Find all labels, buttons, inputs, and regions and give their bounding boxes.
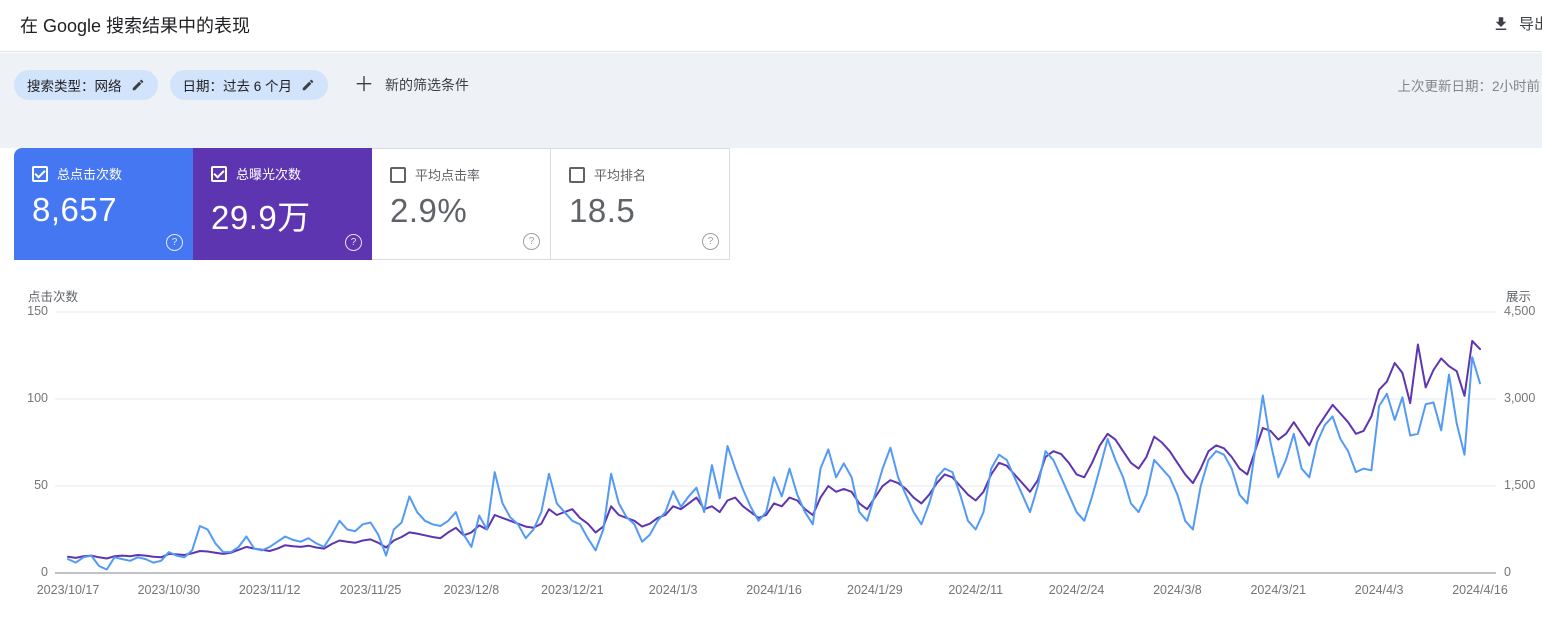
card-total-impressions[interactable]: 总曝光次数 29.9万 ? xyxy=(193,148,372,260)
series-line-曝光次数 xyxy=(67,340,1481,560)
plus-icon: ＋ xyxy=(354,74,375,96)
filter-chip-date-range-label: 日期：过去 6 个月 xyxy=(182,79,293,94)
help-icon[interactable]: ? xyxy=(166,234,183,251)
x-axis-label: 2023/10/17 xyxy=(36,583,100,597)
export-button[interactable]: 导出 xyxy=(1492,13,1542,34)
card-average-ctr[interactable]: 平均点击率 2.9% ? xyxy=(372,148,551,260)
right-axis-tick: 3,000 xyxy=(1504,391,1536,405)
checkbox-total-clicks[interactable] xyxy=(32,165,48,182)
help-icon[interactable]: ? xyxy=(523,233,540,250)
chart-svg xyxy=(55,311,1496,574)
performance-chart: 点击次数 展示 150 100 50 0 4,500 3,000 1,500 0 2023/1… xyxy=(0,280,1542,620)
x-axis-label: 2023/12/21 xyxy=(541,583,604,597)
card-average-ctr-value: 2.9% xyxy=(390,192,468,229)
filter-chip-date-range[interactable]: 日期：过去 6 个月 xyxy=(169,70,329,100)
edit-pencil-icon[interactable] xyxy=(131,78,145,92)
left-axis-tick: 150 xyxy=(27,304,48,318)
last-updated-text: 上次更新日期：2小时前 xyxy=(1397,79,1540,94)
card-average-ctr-label: 平均点击率 xyxy=(415,168,481,183)
filter-band: 搜索类型：网络 日期：过去 6 个月 ＋ 新的筛选条件 上次更新日期：2小时前 xyxy=(0,53,1542,148)
x-axis-label: 2024/4/16 xyxy=(1452,583,1508,597)
download-icon xyxy=(1492,15,1510,33)
card-total-clicks[interactable]: 总点击次数 8,657 ? xyxy=(14,148,193,260)
filter-chip-search-type-label: 搜索类型：网络 xyxy=(27,79,122,94)
right-axis-tick: 1,500 xyxy=(1504,478,1536,492)
checkbox-average-position[interactable] xyxy=(569,166,585,183)
top-bar: 在 Google 搜索结果中的表现 导出 xyxy=(0,0,1542,52)
right-axis-tick: 4,500 xyxy=(1504,304,1536,318)
add-filter-label: 新的筛选条件 xyxy=(385,77,470,93)
add-filter-button[interactable]: ＋ 新的筛选条件 xyxy=(354,75,469,95)
x-axis-label: 2023/10/30 xyxy=(137,583,201,597)
right-axis-tick: 0 xyxy=(1504,565,1511,579)
export-label: 导出 xyxy=(1519,16,1542,33)
x-axis-label: 2024/4/3 xyxy=(1354,583,1404,597)
x-axis-label: 2023/11/25 xyxy=(339,583,402,597)
x-axis-label: 2024/1/3 xyxy=(648,583,698,597)
card-total-impressions-value: 29.9万 xyxy=(211,199,311,236)
edit-pencil-icon[interactable] xyxy=(301,78,315,92)
page-title: 在 Google 搜索结果中的表现 xyxy=(20,16,251,36)
x-axis-label: 2024/2/11 xyxy=(948,583,1004,597)
card-average-position-label: 平均排名 xyxy=(594,168,647,183)
card-total-impressions-label: 总曝光次数 xyxy=(236,167,302,182)
x-axis-label: 2024/3/8 xyxy=(1153,583,1202,597)
left-axis-tick: 100 xyxy=(27,391,48,405)
filter-chip-search-type[interactable]: 搜索类型：网络 xyxy=(14,70,158,100)
card-total-clicks-label: 总点击次数 xyxy=(57,167,123,182)
filter-chips: 搜索类型：网络 日期：过去 6 个月 ＋ 新的筛选条件 xyxy=(14,70,469,100)
help-icon[interactable]: ? xyxy=(345,234,362,251)
metric-cards: 总点击次数 8,657 ? 总曝光次数 29.9万 ? 平均点击率 2.9% ?… xyxy=(14,148,730,260)
card-average-position-value: 18.5 xyxy=(569,192,636,229)
x-axis-label: 2024/1/29 xyxy=(847,583,903,597)
left-axis-tick: 50 xyxy=(34,478,48,492)
help-icon[interactable]: ? xyxy=(702,233,719,250)
checkbox-total-impressions[interactable] xyxy=(211,165,227,182)
left-axis-tick: 0 xyxy=(41,565,48,579)
checkbox-average-ctr[interactable] xyxy=(390,166,406,183)
series-line-点击次数 xyxy=(67,356,1481,571)
card-average-position[interactable]: 平均排名 18.5 ? xyxy=(551,148,730,260)
x-axis-label: 2024/1/16 xyxy=(746,583,802,597)
x-axis-label: 2023/12/8 xyxy=(443,583,500,597)
x-axis-label: 2024/3/21 xyxy=(1250,583,1307,597)
x-axis-label: 2024/2/24 xyxy=(1048,583,1105,597)
x-axis-label: 2023/11/12 xyxy=(238,583,301,597)
card-total-clicks-value: 8,657 xyxy=(32,191,118,228)
